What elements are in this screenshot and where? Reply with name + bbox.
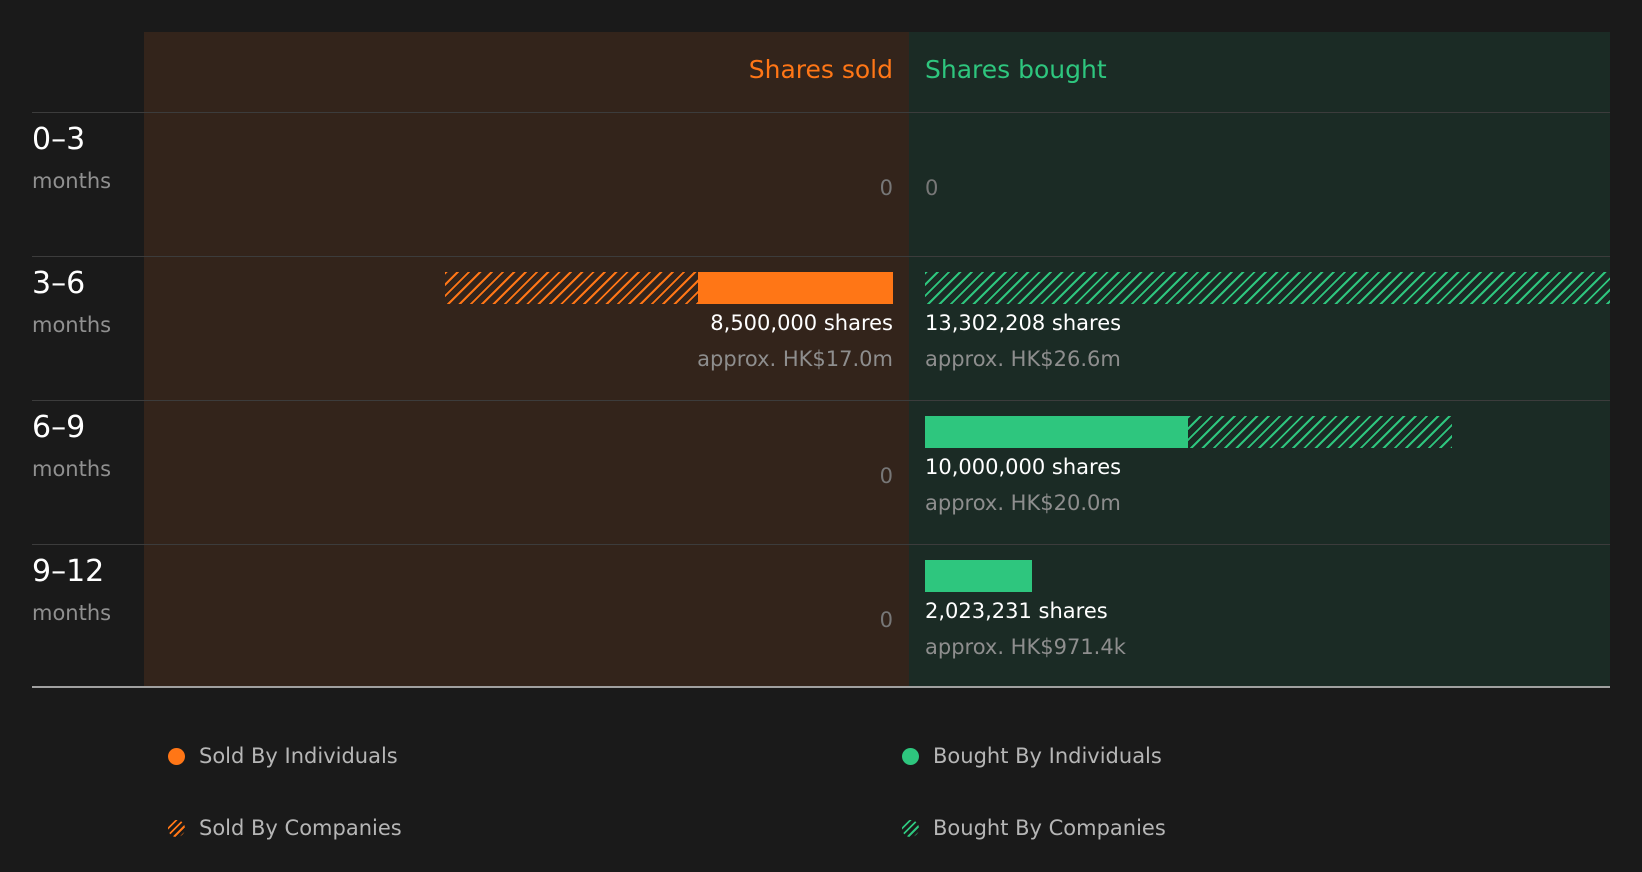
- solid-dot-icon: [168, 747, 185, 765]
- period-range: 9–12: [32, 554, 105, 589]
- period-label-9-12: 9–12 months: [32, 552, 111, 628]
- period-label-3-6: 3–6 months: [32, 264, 111, 340]
- bought-value-label: approx. HK$971.4k: [925, 635, 1126, 659]
- sold-shares-label: 8,500,000 shares: [710, 311, 893, 335]
- legend-item-bought-individuals: Bought By Individuals: [902, 742, 1162, 770]
- bought-companies-bar: [925, 272, 1610, 304]
- sold-companies-bar: [445, 272, 698, 304]
- bought-shares-label: 2,023,231 shares: [925, 599, 1108, 623]
- period-range: 0–3: [32, 122, 86, 157]
- shares-sold-header: Shares sold: [748, 55, 893, 84]
- sold-zero-label: 0: [879, 608, 893, 632]
- hatched-dot-icon: [168, 819, 185, 837]
- bought-shares-label: 13,302,208 shares: [925, 311, 1122, 335]
- hatched-dot-icon: [902, 819, 919, 837]
- sold-value-label: approx. HK$17.0m: [697, 347, 893, 371]
- period-label-0-3: 0–3 months: [32, 120, 111, 196]
- legend-item-sold-individuals: Sold By Individuals: [168, 742, 398, 770]
- period-label-6-9: 6–9 months: [32, 408, 111, 484]
- row-divider: [32, 256, 1610, 257]
- sold-zero-label: 0: [879, 176, 893, 200]
- legend-label: Bought By Individuals: [933, 744, 1162, 768]
- period-range: 3–6: [32, 266, 86, 301]
- row-divider: [32, 400, 1610, 401]
- shares-bought-header: Shares bought: [925, 55, 1107, 84]
- period-unit: months: [32, 169, 112, 193]
- legend-item-bought-companies: Bought By Companies: [902, 814, 1166, 842]
- sold-individuals-bar: [698, 272, 893, 304]
- period-range: 6–9: [32, 410, 86, 445]
- period-unit: months: [32, 313, 112, 337]
- bought-value-label: approx. HK$20.0m: [925, 491, 1121, 515]
- legend-label: Sold By Companies: [199, 816, 402, 840]
- period-unit: months: [32, 601, 112, 625]
- sold-zero-label: 0: [879, 464, 893, 488]
- bought-individuals-bar: [925, 560, 1032, 592]
- legend-label: Bought By Companies: [933, 816, 1166, 840]
- legend-label: Sold By Individuals: [199, 744, 398, 768]
- bought-individuals-bar: [925, 416, 1189, 448]
- row-divider: [32, 112, 1610, 113]
- row-divider: [32, 544, 1610, 545]
- bought-companies-bar: [1188, 416, 1452, 448]
- bought-value-label: approx. HK$26.6m: [925, 347, 1121, 371]
- period-unit: months: [32, 457, 112, 481]
- bought-shares-label: 10,000,000 shares: [925, 455, 1122, 479]
- chart-baseline: [32, 686, 1610, 688]
- bought-zero-label: 0: [925, 176, 939, 200]
- solid-dot-icon: [902, 747, 919, 765]
- legend-item-sold-companies: Sold By Companies: [168, 814, 402, 842]
